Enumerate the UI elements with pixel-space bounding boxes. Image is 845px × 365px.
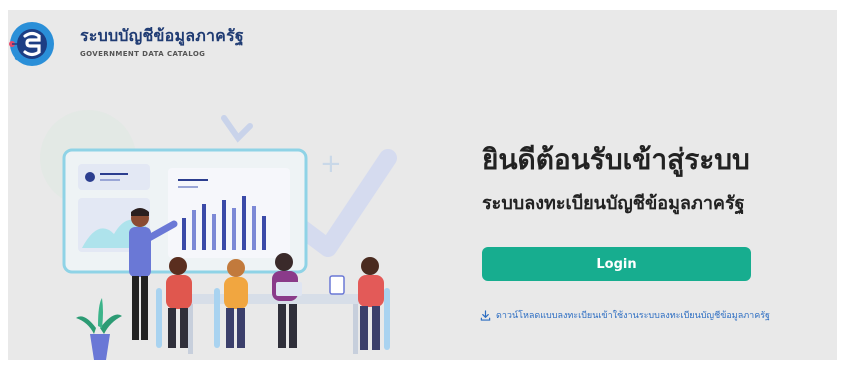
brand-title: ระบบบัญชีข้อมูลภาครัฐ <box>80 26 244 45</box>
brand-subtitle: GOVERNMENT DATA CATALOG <box>80 50 206 58</box>
gdc-logo-icon <box>9 22 54 66</box>
login-page: ระบบบัญชีข้อมูลภาครัฐ GOVERNMENT DATA CA… <box>8 10 837 360</box>
login-button[interactable]: Login <box>482 247 751 281</box>
team-illustration: + <box>40 110 397 360</box>
system-subtitle: ระบบลงทะเบียนบัญชีข้อมูลภาครัฐ <box>482 193 745 214</box>
svg-text:+: + <box>320 149 342 179</box>
welcome-title: ยินดีต้อนรับเข้าสู่ระบบ <box>482 143 750 176</box>
download-registration-form-link[interactable]: ดาวน์โหลดแบบลงทะเบียนเข้าใช้งานระบบลงทะเ… <box>480 308 770 322</box>
download-icon <box>480 309 491 321</box>
download-link-label: ดาวน์โหลดแบบลงทะเบียนเข้าใช้งานระบบลงทะเ… <box>496 311 771 321</box>
